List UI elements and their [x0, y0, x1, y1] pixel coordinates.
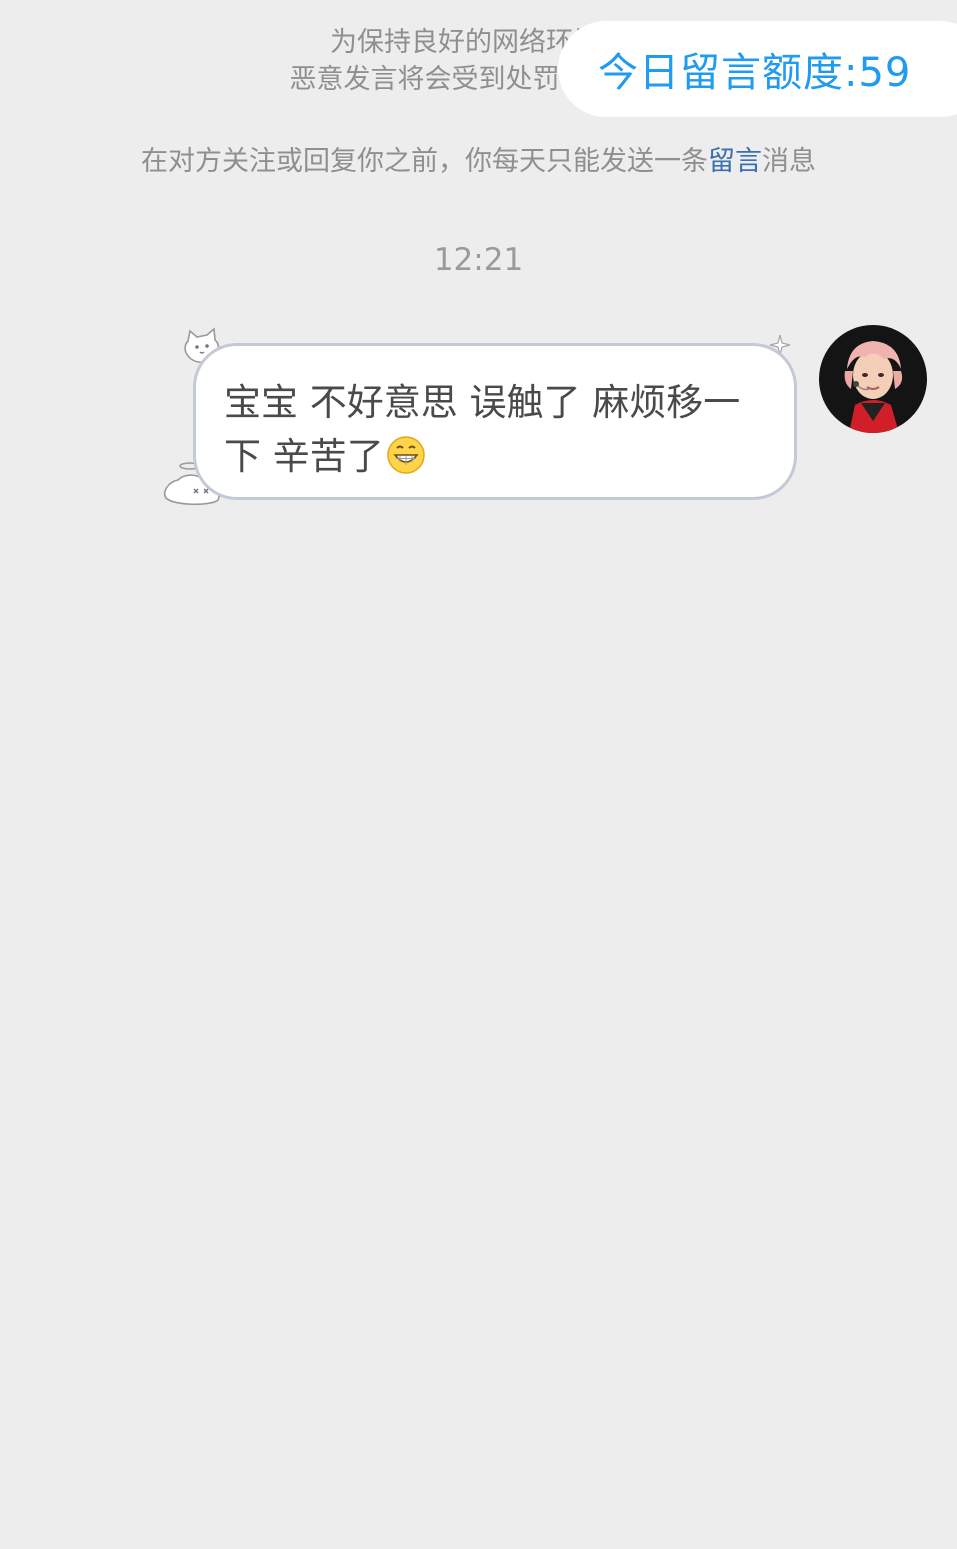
avatar-image [819, 325, 927, 433]
quota-label: 今日留言额度:59 [598, 50, 912, 96]
message-limit-text: 在对方关注或回复你之前，你每天只能发送一条 [141, 146, 708, 177]
message-link[interactable]: 留言 [708, 146, 762, 177]
user-avatar[interactable] [819, 325, 927, 433]
message-bubble[interactable]: 宝宝 不好意思 误触了 麻烦移一下 辛苦了 [193, 343, 797, 500]
chat-timestamp: 12:21 [433, 242, 524, 278]
message-text: 宝宝 不好意思 误触了 麻烦移一下 辛苦了 [224, 376, 764, 484]
grinning-face-emoji-icon [387, 436, 425, 474]
message-limit-notice: 在对方关注或回复你之前，你每天只能发送一条留言消息 [0, 143, 957, 181]
daily-message-quota-badge: 今日留言额度:59 [558, 21, 957, 117]
message-body: 宝宝 不好意思 误触了 麻烦移一下 辛苦了 [224, 381, 741, 478]
message-limit-suffix: 消息 [762, 146, 816, 177]
